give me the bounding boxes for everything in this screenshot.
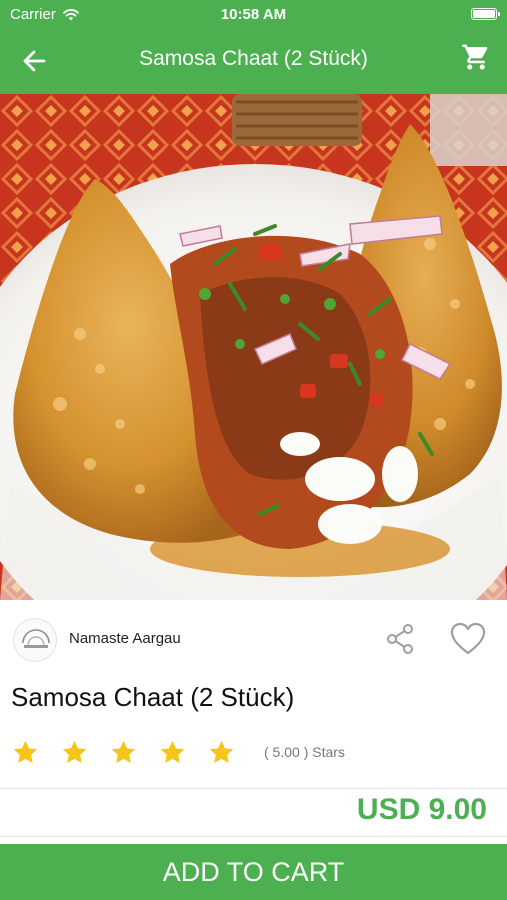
app-header: Carrier 10:58 AM Samosa Chaat (2 Stück) (0, 0, 507, 94)
arrow-left-icon (23, 50, 46, 72)
favorite-button[interactable] (450, 622, 486, 656)
divider (0, 788, 507, 789)
star-icon (209, 740, 234, 764)
navigation-bar: Samosa Chaat (2 Stück) (0, 28, 507, 94)
star-icon (13, 740, 38, 764)
samosa-chaat-photo (0, 94, 507, 600)
divider (0, 836, 507, 837)
add-to-cart-button[interactable]: ADD TO CART (0, 844, 507, 900)
shopping-cart-icon (462, 44, 488, 70)
battery-icon (471, 8, 500, 20)
product-info: Namaste Aargau Samosa Chaat (2 Stück) ( … (0, 600, 507, 844)
product-image (0, 94, 507, 600)
clock: 10:58 AM (220, 6, 287, 23)
share-icon (387, 624, 413, 654)
product-name: Samosa Chaat (2 Stück) (11, 682, 295, 712)
restaurant-logo (13, 618, 57, 662)
star-icon (160, 740, 185, 764)
restaurant-name[interactable]: Namaste Aargau (69, 630, 181, 647)
back-button[interactable] (18, 46, 52, 76)
star-icon (111, 740, 136, 764)
status-bar: Carrier 10:58 AM (0, 0, 507, 28)
page-title: Samosa Chaat (2 Stück) (139, 47, 368, 70)
cart-button[interactable] (461, 42, 491, 72)
restaurant-logo-icon (22, 629, 50, 648)
share-button[interactable] (384, 622, 416, 656)
rating-stars (12, 739, 235, 766)
rating-text: ( 5.00 ) Stars (264, 744, 345, 760)
star-icon (62, 740, 87, 764)
product-price: USD 9.00 (356, 793, 487, 826)
heart-icon (450, 622, 486, 655)
